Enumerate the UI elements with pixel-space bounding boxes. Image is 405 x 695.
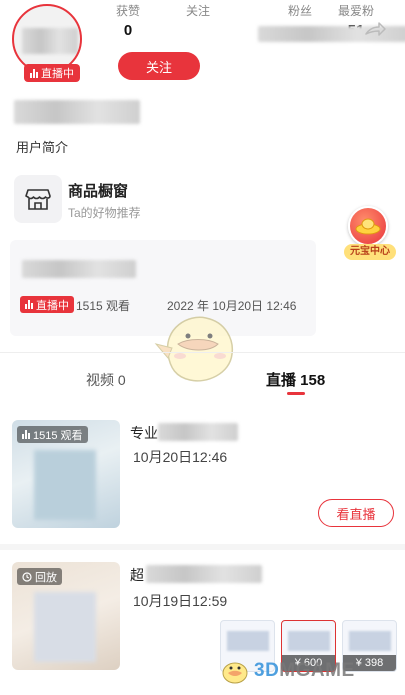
stat-top-fans-label: 最爱粉 bbox=[338, 4, 375, 18]
live-title-blurred bbox=[22, 260, 136, 278]
stat-fans[interactable]: 粉丝 bbox=[288, 2, 312, 19]
follow-button[interactable]: 关注 bbox=[118, 52, 200, 80]
gold-ingot-icon bbox=[348, 206, 388, 246]
active-tab-indicator bbox=[287, 392, 305, 395]
thumbnail-image-blurred bbox=[34, 450, 96, 520]
stat-following[interactable]: 关注 bbox=[186, 2, 210, 19]
shop-window-subtitle: Ta的好物推荐 bbox=[68, 206, 141, 220]
profile-bio: 用户简介 bbox=[16, 140, 69, 155]
yuanbao-center-button[interactable]: 元宝中心 bbox=[344, 206, 396, 262]
product-image-blurred bbox=[349, 631, 391, 651]
live-card-status-badge: 直播中 bbox=[20, 296, 74, 313]
replay-item-title-blurred bbox=[146, 565, 262, 583]
live-item-date: 10月20日12:46 bbox=[133, 449, 228, 465]
tab-live[interactable]: 直播 158 bbox=[266, 369, 325, 390]
share-arrow-icon[interactable] bbox=[364, 22, 386, 38]
stat-following-label: 关注 bbox=[186, 4, 211, 18]
live-status-badge[interactable]: 直播中 bbox=[24, 64, 80, 82]
live-bars-icon bbox=[22, 430, 30, 439]
live-card-status-label: 直播中 bbox=[36, 299, 69, 312]
live-status-label: 直播中 bbox=[41, 68, 74, 80]
shop-window-title[interactable]: 商品橱窗 bbox=[68, 180, 128, 201]
replay-item-title[interactable]: 超 bbox=[130, 565, 144, 585]
live-card-viewers: 1515 观看 bbox=[76, 299, 131, 313]
replay-item-date: 10月19日12:59 bbox=[133, 593, 228, 609]
stat-likes-label: 获赞 bbox=[116, 4, 141, 18]
avatar-image-blurred bbox=[22, 28, 78, 54]
site-watermark: 3DMGAME bbox=[220, 658, 355, 684]
thumbnail-viewers-label: 1515 观看 bbox=[33, 429, 83, 442]
item-divider bbox=[0, 544, 405, 550]
thumbnail-image-blurred bbox=[34, 592, 96, 662]
live-item-thumbnail[interactable]: 1515 观看 bbox=[12, 420, 120, 528]
stat-likes[interactable]: 获赞 0 bbox=[116, 2, 140, 39]
yuanbao-center-label: 元宝中心 bbox=[344, 244, 396, 260]
watermark-text: 3DMGAME bbox=[254, 660, 355, 681]
storefront-icon bbox=[25, 189, 51, 210]
live-item-title-blurred bbox=[158, 423, 238, 441]
live-bars-icon bbox=[25, 300, 33, 309]
profile-stats: 获赞 0 关注 粉丝 最爱粉 51 bbox=[110, 2, 405, 42]
stat-fans-label: 粉丝 bbox=[288, 4, 313, 18]
tab-video[interactable]: 视频 0 bbox=[86, 370, 126, 390]
tabs-divider bbox=[0, 352, 405, 353]
replay-item-thumbnail[interactable]: 回放 bbox=[12, 562, 120, 670]
thumbnail-replay-label: 回放 bbox=[35, 571, 57, 584]
product-image-blurred bbox=[227, 631, 269, 651]
watch-live-button[interactable]: 看直播 bbox=[318, 499, 394, 527]
stat-likes-value: 0 bbox=[123, 22, 133, 39]
thumbnail-viewers-badge: 1515 观看 bbox=[17, 426, 88, 443]
duck-mascot-icon bbox=[222, 662, 248, 684]
product-image-blurred bbox=[288, 631, 330, 651]
duck-mascot-watermark bbox=[154, 316, 234, 382]
replay-icon bbox=[22, 571, 32, 582]
shop-window-icon[interactable] bbox=[14, 175, 62, 223]
live-item-title[interactable]: 专业 bbox=[130, 423, 158, 443]
thumbnail-replay-badge: 回放 bbox=[17, 568, 62, 585]
live-bars-icon bbox=[30, 68, 38, 78]
profile-name-blurred bbox=[14, 100, 140, 124]
